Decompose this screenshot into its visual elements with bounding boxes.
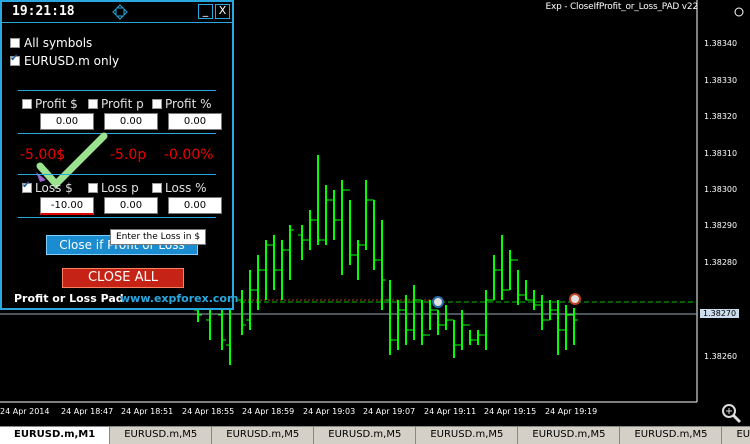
symbol-only-option[interactable]: EURUSD.m only xyxy=(10,53,120,68)
profit-usd-checkbox[interactable] xyxy=(22,99,32,109)
minimize-button[interactable]: _ xyxy=(198,4,213,19)
x-tick-label: 24 Apr 19:03 xyxy=(303,407,356,416)
y-tick-label: 1.38300 xyxy=(704,185,738,194)
tab-chart[interactable]: EURUSD.m,M5 xyxy=(314,427,417,444)
y-tick-label: 1.38340 xyxy=(704,39,738,48)
tab-chart[interactable]: EURUSD.m,M5 xyxy=(722,427,750,444)
ohlc-bars xyxy=(194,155,578,365)
profit-percent-input[interactable]: 0.00 xyxy=(168,113,222,130)
profit-pips: Profit p 0.00 xyxy=(88,97,158,130)
loss-percent-input[interactable]: 0.00 xyxy=(168,197,222,214)
current-price-label: 1.38270 xyxy=(700,309,740,318)
order-marker-icon[interactable] xyxy=(569,293,581,305)
tooltip: Enter the Loss in $ xyxy=(110,229,207,245)
move-icon[interactable] xyxy=(112,4,128,20)
profit-pips-input[interactable]: 0.00 xyxy=(104,113,158,130)
profit-usd-label: Profit $ xyxy=(35,97,78,111)
loss-percent-checkbox[interactable] xyxy=(152,183,162,193)
x-tick-label: 24 Apr 18:51 xyxy=(121,407,174,416)
tab-chart[interactable]: EURUSD.m,M1 xyxy=(0,427,111,444)
profit-usd: Profit $ 0.00 xyxy=(22,97,94,130)
y-tick-label: 1.38260 xyxy=(704,352,738,361)
profit-percent-label: Profit % xyxy=(165,97,212,111)
panel-header[interactable]: 19:21:18 _ X xyxy=(2,2,232,23)
ea-title: Exp - CloseIfProfit_or_Loss_PAD v22 xyxy=(545,2,698,12)
close-panel-button[interactable]: X xyxy=(215,4,230,19)
y-tick-label: 1.38310 xyxy=(704,149,738,158)
loss-usd-label: Loss $ xyxy=(35,181,73,195)
all-symbols-label: All symbols xyxy=(24,36,93,50)
x-tick-label: 24 Apr 18:55 xyxy=(182,407,235,416)
current-pips: -5.0p xyxy=(110,147,147,163)
profit-percent: Profit % 0.00 xyxy=(152,97,222,130)
clock: 19:21:18 xyxy=(12,4,75,19)
loss-group: Loss $ -10.00 Loss p 0.00 Loss % 0.00 xyxy=(18,174,222,218)
x-tick-label: 24 Apr 18:59 xyxy=(242,407,295,416)
x-tick-label: 24 Apr 19:11 xyxy=(424,407,477,416)
y-tick-label: 1.38280 xyxy=(704,258,738,267)
current-percent: -0.00% xyxy=(164,147,214,163)
profit-group: Profit $ 0.00 Profit p 0.00 Profit % 0.0… xyxy=(18,90,222,134)
tab-chart[interactable]: EURUSD.m,M5 xyxy=(212,427,315,444)
y-tick-label: 1.38320 xyxy=(704,112,738,121)
loss-usd-input[interactable]: -10.00 xyxy=(40,197,94,215)
profit-pips-checkbox[interactable] xyxy=(88,99,98,109)
all-symbols-option[interactable]: All symbols xyxy=(10,36,92,50)
loss-percent-label: Loss % xyxy=(165,181,207,195)
profit-loss-panel: 19:21:18 _ X All symbols EURUSD.m only P… xyxy=(0,0,238,310)
zoom-icon[interactable] xyxy=(720,402,742,424)
y-tick-label: 1.38290 xyxy=(704,221,738,230)
tab-chart[interactable]: EURUSD.m,M5 xyxy=(620,427,723,444)
chart-tabs: EURUSD.m,M1 EURUSD.m,M5 EURUSD.m,M5 EURU… xyxy=(0,426,750,444)
loss-usd: Loss $ -10.00 xyxy=(22,180,94,215)
profit-usd-input[interactable]: 0.00 xyxy=(40,113,94,130)
x-tick-label: 24 Apr 18:47 xyxy=(61,407,114,416)
symbol-only-label: EURUSD.m only xyxy=(24,54,120,68)
corner-icons xyxy=(732,2,746,17)
tab-chart[interactable]: EURUSD.m,M5 xyxy=(110,427,213,444)
x-tick-label: 24 Apr 2014 xyxy=(0,407,50,416)
tab-chart[interactable]: EURUSD.m,M5 xyxy=(518,427,621,444)
loss-pips-label: Loss p xyxy=(101,181,139,195)
loss-usd-checkbox[interactable] xyxy=(22,180,32,193)
close-all-button[interactable]: CLOSE ALL xyxy=(62,268,184,288)
order-marker-icon[interactable] xyxy=(432,296,444,308)
x-tick-label: 24 Apr 19:15 xyxy=(484,407,537,416)
loss-pips-input[interactable]: 0.00 xyxy=(104,197,158,214)
smile-icon xyxy=(732,2,746,17)
profit-percent-checkbox[interactable] xyxy=(152,99,162,109)
tab-chart[interactable]: EURUSD.m,M5 xyxy=(416,427,519,444)
x-tick-label: 24 Apr 19:19 xyxy=(545,407,598,416)
symbol-only-checkbox[interactable] xyxy=(10,53,20,66)
y-tick-label: 1.38330 xyxy=(704,76,738,85)
all-symbols-checkbox[interactable] xyxy=(10,38,20,48)
loss-pips-checkbox[interactable] xyxy=(88,183,98,193)
footer-site-link[interactable]: www.expforex.com xyxy=(120,292,238,305)
loss-pips: Loss p 0.00 xyxy=(88,181,158,214)
loss-percent: Loss % 0.00 xyxy=(152,181,222,214)
profit-pips-label: Profit p xyxy=(101,97,144,111)
footer-name: Profit or Loss Pad xyxy=(14,292,124,305)
x-tick-label: 24 Apr 19:07 xyxy=(363,407,416,416)
